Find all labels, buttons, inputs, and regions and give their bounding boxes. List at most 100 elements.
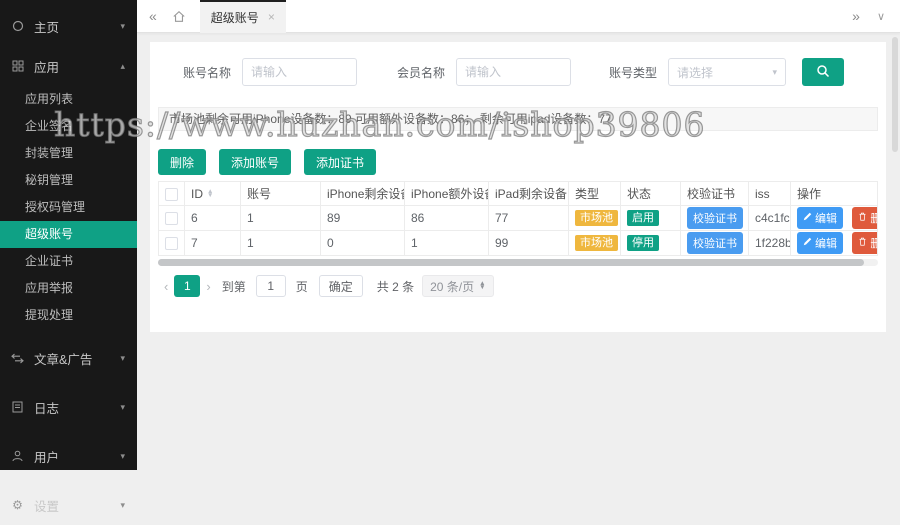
sidebar-item-logs[interactable]: 日志 ▾ bbox=[0, 387, 137, 427]
trash-icon bbox=[858, 237, 867, 249]
chevron-up-icon: ▴ bbox=[120, 61, 125, 72]
sidebar-item-app[interactable]: 应用 ▴ bbox=[0, 46, 137, 86]
page-number-button[interactable]: 1 bbox=[174, 275, 200, 297]
sidebar-item-label: 设置 bbox=[34, 496, 59, 515]
goto-page-input[interactable] bbox=[256, 275, 286, 297]
pencil-icon bbox=[803, 237, 812, 249]
sidebar-item-authcode-mgmt[interactable]: 授权码管理 bbox=[0, 194, 137, 221]
sidebar-item-app-report[interactable]: 应用举报 bbox=[0, 275, 137, 302]
tab-label: 超级账号 bbox=[211, 9, 259, 26]
page-size-select[interactable]: 20 条/页 ▲▼ bbox=[422, 275, 493, 297]
table-row: 6 1 89 86 77 市场池 启用 校验证书 c4c1fc 编辑 bbox=[159, 206, 878, 231]
tab-menu-caret-icon[interactable]: ∨ bbox=[877, 10, 885, 23]
home-icon[interactable] bbox=[172, 10, 186, 23]
col-header-verify: 校验证书 bbox=[681, 182, 749, 206]
sidebar-item-withdraw[interactable]: 提现处理 bbox=[0, 302, 137, 329]
accounts-table: ID▲▼ 账号 iPhone剩余设备 iPhone额外设备 iPad剩余设备 类… bbox=[158, 181, 878, 256]
chevron-down-icon: ▾ bbox=[120, 21, 125, 32]
account-name-input[interactable] bbox=[242, 58, 357, 86]
confirm-button[interactable]: 确定 bbox=[319, 275, 363, 297]
delete-button[interactable]: 删除 bbox=[158, 149, 206, 175]
collapse-sidebar-icon[interactable]: « bbox=[149, 8, 157, 24]
verify-cert-button[interactable]: 校验证书 bbox=[687, 207, 743, 229]
member-name-label: 会员名称 bbox=[397, 64, 445, 81]
close-icon[interactable]: × bbox=[268, 10, 275, 24]
sidebar-item-label: 主页 bbox=[34, 17, 59, 36]
col-header-ipad-remaining: iPad剩余设备 bbox=[489, 182, 569, 206]
document-icon bbox=[10, 400, 25, 415]
filter-row: 账号名称 会员名称 账号类型 请选择 ▾ bbox=[150, 42, 886, 90]
grid-icon bbox=[10, 59, 25, 74]
select-all-checkbox[interactable] bbox=[165, 188, 178, 201]
goto-prefix-label: 到第 bbox=[222, 278, 246, 295]
app-submenu: 应用列表 企业签名 封装管理 秘钥管理 授权码管理 超级账号 企业证书 应用举报… bbox=[0, 86, 137, 329]
next-page-icon[interactable]: › bbox=[200, 279, 216, 294]
cell-ipad-remaining: 77 bbox=[489, 206, 569, 231]
col-header-iss: iss bbox=[749, 182, 791, 206]
scrollbar-thumb[interactable] bbox=[158, 259, 864, 266]
col-header-status: 状态 bbox=[621, 182, 681, 206]
user-icon bbox=[10, 449, 25, 464]
cell-iphone-remaining: 0 bbox=[321, 231, 405, 256]
table-toolbar: 删除 添加账号 添加证书 bbox=[158, 149, 878, 175]
member-name-input[interactable] bbox=[456, 58, 571, 86]
verify-cert-button[interactable]: 校验证书 bbox=[687, 232, 743, 254]
chevron-down-icon: ▾ bbox=[120, 402, 125, 413]
vertical-scrollbar[interactable] bbox=[892, 37, 898, 152]
add-account-button[interactable]: 添加账号 bbox=[219, 149, 291, 175]
add-cert-button[interactable]: 添加证书 bbox=[304, 149, 376, 175]
delete-row-button[interactable]: 删除 bbox=[852, 207, 877, 229]
device-pool-banner: 市场池剩余可用iPhone设备数：89 可用额外设备数：86； 剩余可用ipad… bbox=[158, 107, 878, 131]
sort-icon[interactable]: ▲▼ bbox=[207, 190, 213, 199]
sidebar-item-settings[interactable]: ⚙ 设置 ▾ bbox=[0, 485, 137, 525]
cell-iss: 1f228b bbox=[749, 231, 791, 256]
col-header-iphone-remaining: iPhone剩余设备 bbox=[321, 182, 405, 206]
sidebar-item-label: 用户 bbox=[34, 447, 59, 466]
delete-row-button[interactable]: 删除 bbox=[852, 232, 877, 254]
goto-suffix-label: 页 bbox=[296, 278, 308, 295]
sidebar-item-label: 文章&广告 bbox=[34, 349, 92, 368]
sidebar-item-key-mgmt[interactable]: 秘钥管理 bbox=[0, 167, 137, 194]
sidebar-item-enterprise-sign[interactable]: 企业签名 bbox=[0, 113, 137, 140]
table-horizontal-scrollbar bbox=[158, 259, 878, 266]
table-row: 7 1 0 1 99 市场池 停用 校验证书 1f228b 编辑 bbox=[159, 231, 878, 256]
search-button[interactable] bbox=[802, 58, 844, 86]
sidebar: 主页 ▾ 应用 ▴ 应用列表 企业签名 封装管理 秘钥管理 授权码管理 超级账号… bbox=[0, 0, 137, 470]
chevron-down-icon: ▾ bbox=[773, 67, 778, 78]
col-header-account: 账号 bbox=[241, 182, 321, 206]
account-type-select[interactable]: 请选择 ▾ bbox=[668, 58, 786, 86]
tab-overflow-icon[interactable]: » bbox=[852, 8, 860, 24]
edit-button[interactable]: 编辑 bbox=[797, 207, 843, 229]
chevron-down-icon: ▾ bbox=[120, 353, 125, 364]
edit-button[interactable]: 编辑 bbox=[797, 232, 843, 254]
sidebar-item-home[interactable]: 主页 ▾ bbox=[0, 6, 137, 46]
row-checkbox[interactable] bbox=[165, 237, 178, 250]
sidebar-item-enterprise-cert[interactable]: 企业证书 bbox=[0, 248, 137, 275]
sidebar-item-label: 应用 bbox=[34, 57, 59, 76]
sidebar-item-app-list[interactable]: 应用列表 bbox=[0, 86, 137, 113]
select-placeholder: 请选择 bbox=[677, 64, 713, 81]
sidebar-item-package-mgmt[interactable]: 封装管理 bbox=[0, 140, 137, 167]
cell-id: 6 bbox=[185, 206, 241, 231]
account-type-label: 账号类型 bbox=[609, 64, 657, 81]
pagination: ‹ 1 › 到第 页 确定 共 2 条 20 条/页 ▲▼ bbox=[158, 275, 878, 297]
cell-iphone-extra: 1 bbox=[405, 231, 489, 256]
stepper-icon: ▲▼ bbox=[479, 282, 485, 291]
filter-account-name: 账号名称 bbox=[183, 58, 357, 86]
sidebar-item-super-account[interactable]: 超级账号 bbox=[0, 221, 137, 248]
tab-bar: « 超级账号 × » ∨ bbox=[137, 0, 900, 33]
gear-icon: ⚙ bbox=[10, 498, 25, 513]
cell-iss: c4c1fc bbox=[749, 206, 791, 231]
col-header-id[interactable]: ID▲▼ bbox=[185, 182, 241, 206]
type-badge: 市场池 bbox=[575, 235, 618, 251]
trash-icon bbox=[858, 212, 867, 224]
sidebar-item-users[interactable]: 用户 ▾ bbox=[0, 436, 137, 476]
sidebar-item-articles-ads[interactable]: 文章&广告 ▾ bbox=[0, 338, 137, 378]
tab-super-account[interactable]: 超级账号 × bbox=[200, 0, 286, 33]
type-badge: 市场池 bbox=[575, 210, 618, 226]
col-header-iphone-extra: iPhone额外设备 bbox=[405, 182, 489, 206]
row-checkbox[interactable] bbox=[165, 212, 178, 225]
circle-icon bbox=[10, 19, 25, 34]
prev-page-icon[interactable]: ‹ bbox=[158, 279, 174, 294]
table-header-row: ID▲▼ 账号 iPhone剩余设备 iPhone额外设备 iPad剩余设备 类… bbox=[159, 182, 878, 206]
